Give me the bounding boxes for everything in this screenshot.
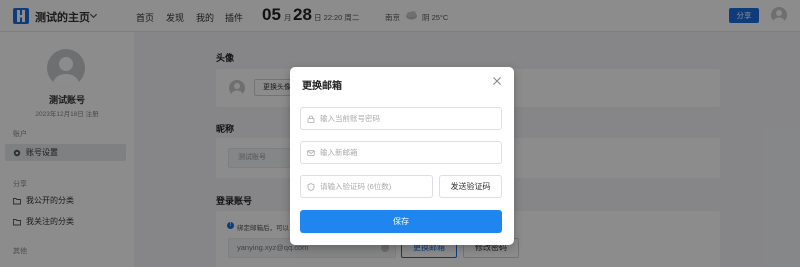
input-placeholder: 请输入验证码 (6位数) [320,182,392,191]
shield-icon [307,182,315,191]
dialog-title: 更换邮箱 [302,81,342,92]
input-placeholder: 输入新邮箱 [320,148,358,157]
current-password-input[interactable]: 输入当前账号密码 [300,107,502,130]
new-email-input[interactable]: 输入新邮箱 [300,141,502,164]
lock-icon [307,115,315,123]
save-button[interactable]: 保存 [300,210,502,233]
mail-icon [307,149,315,156]
verification-code-input[interactable]: 请输入验证码 (6位数) [300,175,433,198]
change-email-dialog: 更换邮箱 输入当前账号密码 输入新邮箱 请输入验证码 (6位数) 发送验证码 保… [290,67,514,245]
send-code-button[interactable]: 发送验证码 [439,175,502,198]
close-icon[interactable] [492,76,502,86]
input-placeholder: 输入当前账号密码 [320,114,380,123]
